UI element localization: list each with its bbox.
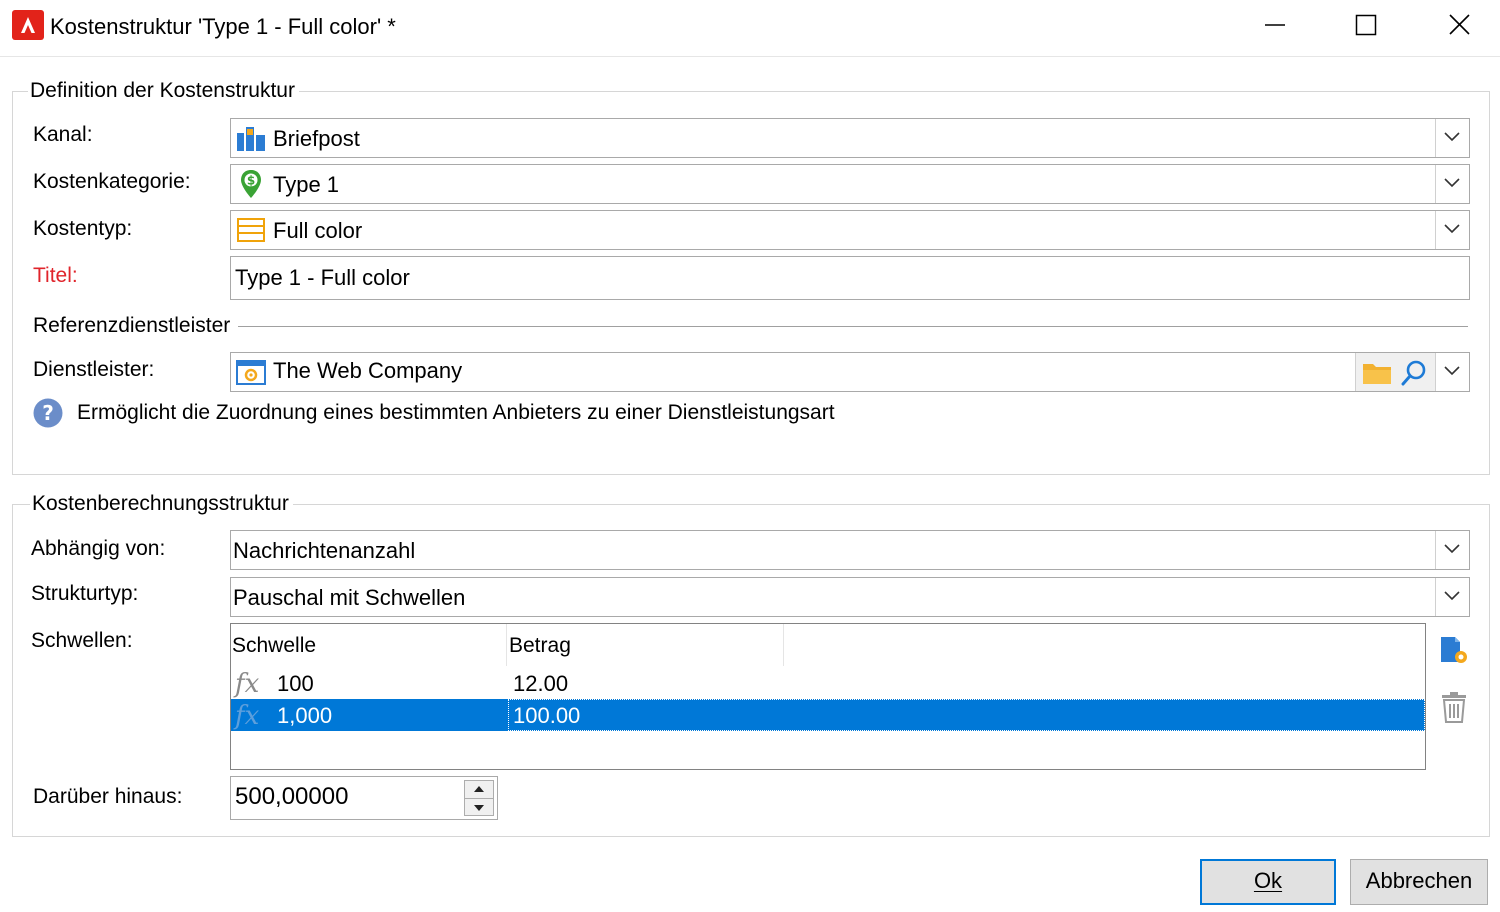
cost-type-list-icon [235, 215, 267, 245]
spin-down-icon[interactable] [474, 805, 484, 811]
title-input-value: Type 1 - Full color [235, 265, 410, 290]
definition-group-title: Definition der Kostenstruktur [28, 79, 299, 103]
cancel-button-label: Abbrechen [1365, 868, 1473, 893]
close-icon [1449, 14, 1470, 35]
column-separator [783, 624, 784, 666]
structure-type-dropdown-button[interactable] [1435, 578, 1469, 616]
chevron-down-icon [1444, 366, 1460, 376]
ok-button-label: Ok [1253, 868, 1283, 893]
chevron-down-icon [1444, 544, 1460, 554]
trash-icon [1442, 692, 1466, 723]
cost-type-value: Full color [273, 218, 363, 243]
chevron-down-icon [1444, 178, 1460, 188]
column-separator [506, 624, 507, 666]
amount-cell[interactable]: 12.00 [513, 671, 568, 697]
thresholds-label: Schwellen: [31, 629, 133, 652]
provider-value: The Web Company [273, 358, 463, 383]
search-icon[interactable] [1400, 359, 1428, 387]
provider-actions [1355, 353, 1469, 391]
help-text: Ermöglicht die Zuordnung eines bestimmte… [77, 401, 835, 424]
add-row-button[interactable] [1438, 632, 1470, 666]
category-value: Type 1 [273, 172, 340, 197]
svg-text:$: $ [247, 174, 255, 188]
chevron-down-icon [1444, 224, 1460, 234]
spin-up-icon[interactable] [474, 786, 484, 792]
cell-focus-outline [508, 699, 1425, 731]
channel-dropdown-button[interactable] [1435, 119, 1469, 157]
table-row[interactable]: fx 100 12.00 [231, 667, 1425, 699]
table-row-selected[interactable]: fx 1,000 100.00 [231, 699, 1425, 731]
maximize-button[interactable] [1320, 0, 1412, 52]
adobe-app-icon [12, 10, 44, 40]
spinner-buttons[interactable] [464, 780, 494, 816]
provider-label: Dienstleister: [33, 358, 155, 381]
window-title: Kostenstruktur 'Type 1 - Full color' * [50, 14, 396, 39]
depends-on-select[interactable]: Nachrichtenanzahl [230, 530, 1470, 570]
help-icon: ? [33, 398, 63, 428]
delete-row-button[interactable] [1440, 690, 1468, 724]
add-row-icon [1441, 637, 1467, 663]
provider-icon [235, 357, 267, 387]
structure-type-label: Strukturtyp: [31, 582, 139, 605]
beyond-value: 500,00000 [235, 783, 349, 810]
cost-type-select[interactable]: Full color [230, 210, 1470, 250]
beyond-value-spinner[interactable]: 500,00000 [230, 776, 498, 820]
thresholds-table[interactable]: Schwelle Betrag fx 100 12.00 fx 1,000 10… [230, 623, 1426, 770]
ok-button[interactable]: Ok [1200, 859, 1336, 905]
maximize-icon [1355, 14, 1377, 36]
cost-type-dropdown-button[interactable] [1435, 211, 1469, 249]
depends-on-label: Abhängig von: [31, 537, 166, 560]
mail-channel-icon [235, 123, 267, 153]
minimize-icon [1265, 24, 1285, 26]
minimize-button[interactable] [1228, 0, 1320, 52]
cost-type-label: Kostentyp: [33, 217, 133, 240]
title-separator [0, 56, 1500, 57]
cancel-button[interactable]: Abbrechen [1350, 859, 1488, 905]
title-label: Titel: [33, 264, 78, 287]
channel-select[interactable]: Briefpost [230, 118, 1470, 158]
depends-on-dropdown-button[interactable] [1435, 531, 1469, 569]
column-header-amount[interactable]: Betrag [509, 634, 571, 658]
beyond-label: Darüber hinaus: [33, 785, 183, 808]
cost-category-icon: $ [235, 169, 267, 199]
amount-cell[interactable]: 100.00 [513, 703, 580, 729]
reference-provider-heading: Referenzdienstleister [33, 314, 231, 337]
svg-text:?: ? [42, 401, 54, 425]
category-dropdown-button[interactable] [1435, 165, 1469, 203]
title-bar: Kostenstruktur 'Type 1 - Full color' * [0, 0, 1500, 56]
category-select[interactable]: $ Type 1 [230, 164, 1470, 204]
title-input[interactable]: Type 1 - Full color [230, 256, 1470, 300]
channel-label: Kanal: [33, 123, 93, 146]
category-label: Kostenkategorie: [33, 170, 191, 193]
reference-provider-divider [238, 326, 1468, 327]
folder-icon[interactable] [1362, 361, 1392, 385]
spinner-divider [465, 798, 493, 799]
formula-icon: fx [235, 669, 260, 699]
calculation-group-title: Kostenberechnungsstruktur [30, 492, 293, 516]
formula-icon: fx [235, 701, 260, 731]
chevron-down-icon [1444, 132, 1460, 142]
close-button[interactable] [1412, 0, 1500, 52]
thresholds-table-header: Schwelle Betrag [231, 624, 784, 666]
threshold-cell[interactable]: 1,000 [277, 703, 332, 729]
channel-value: Briefpost [273, 126, 360, 151]
structure-type-select[interactable]: Pauschal mit Schwellen [230, 577, 1470, 617]
chevron-down-icon [1444, 591, 1460, 601]
column-header-threshold[interactable]: Schwelle [232, 634, 316, 658]
provider-select[interactable]: The Web Company [230, 352, 1470, 392]
structure-type-value: Pauschal mit Schwellen [233, 585, 466, 610]
provider-dropdown-button[interactable] [1435, 353, 1469, 391]
depends-on-value: Nachrichtenanzahl [233, 538, 416, 563]
threshold-cell[interactable]: 100 [277, 671, 314, 697]
